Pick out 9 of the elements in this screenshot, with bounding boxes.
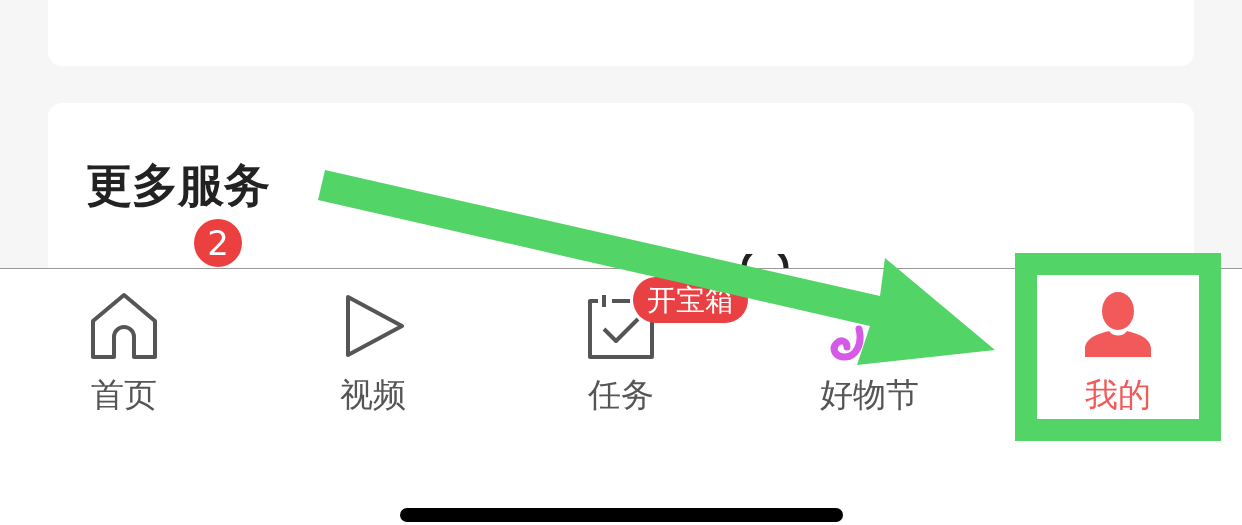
tab[interactable]: 好物节: [819, 375, 919, 415]
home-icon: [89, 291, 160, 361]
service-icon: [740, 254, 790, 268]
swirl-icon: [829, 325, 866, 361]
count-badge: 2: [194, 219, 242, 267]
tab[interactable]: 任务: [588, 375, 654, 415]
tab[interactable]: 首页: [91, 375, 158, 415]
section-title: 更多服务: [86, 158, 270, 212]
tab[interactable]: 视频: [339, 375, 406, 415]
